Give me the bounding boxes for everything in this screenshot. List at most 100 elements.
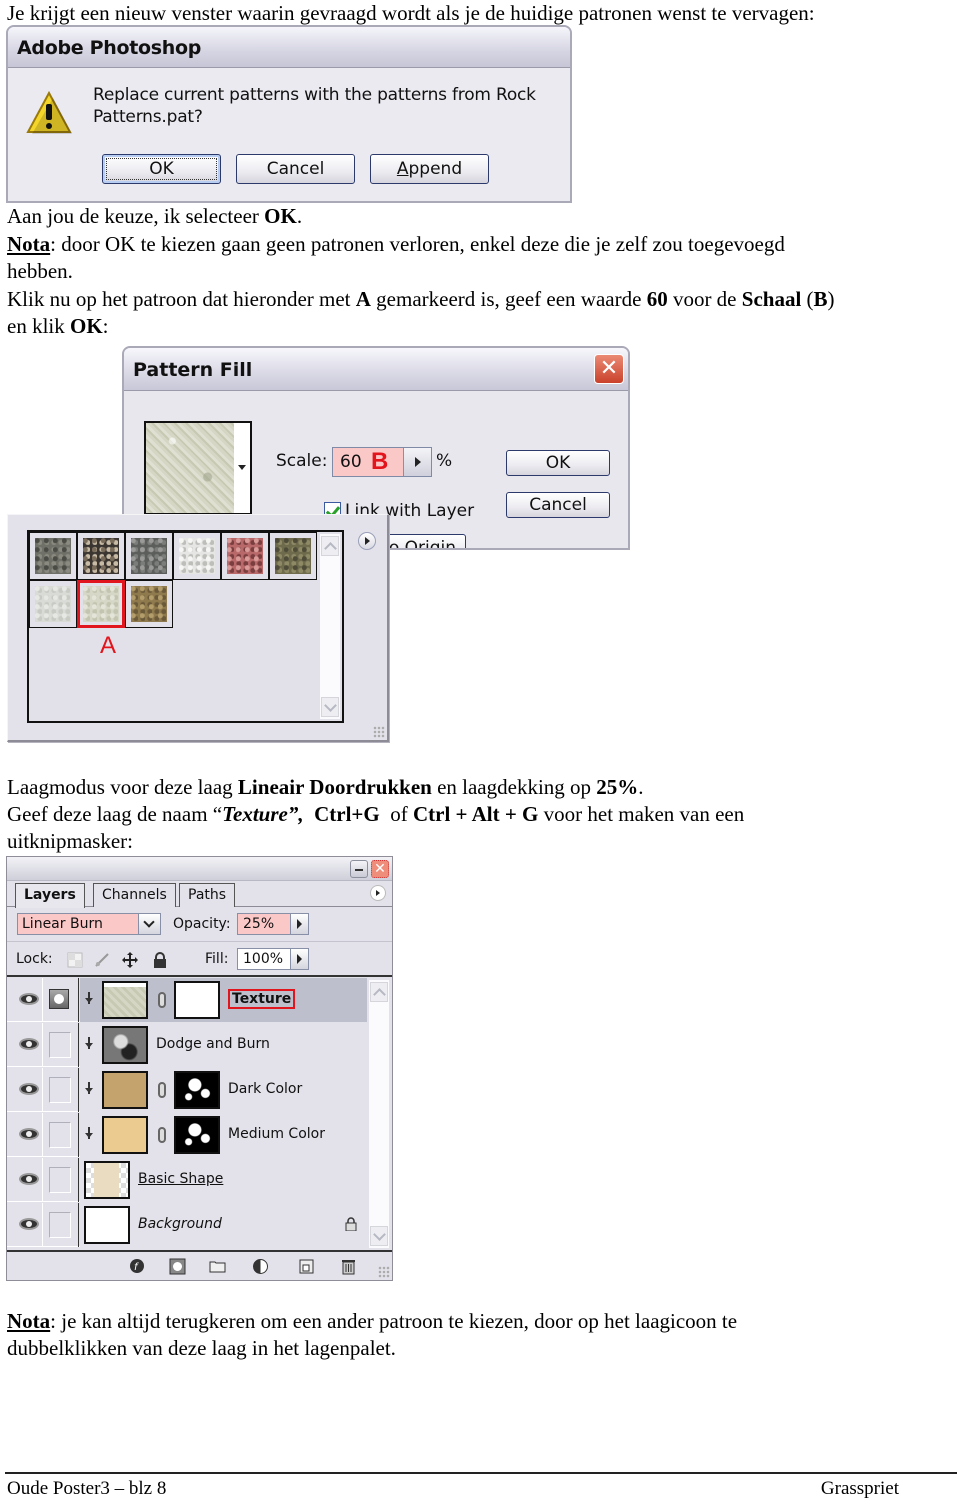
visibility-toggle[interactable] <box>10 1023 43 1067</box>
layer-row[interactable]: Medium Color <box>7 1113 367 1157</box>
layer-name[interactable]: Medium Color <box>228 1126 325 1142</box>
visibility-toggle[interactable] <box>10 1158 43 1202</box>
pattern-swatch-dark-rock[interactable] <box>29 532 77 580</box>
layer-main[interactable]: Background <box>80 1203 367 1247</box>
visibility-toggle[interactable] <box>10 978 43 1022</box>
append-button[interactable]: Append <box>370 154 489 184</box>
layer-link-cell[interactable] <box>44 1203 79 1247</box>
pattern-swatch-mossy-stone[interactable] <box>269 532 317 580</box>
chain-link-icon[interactable] <box>158 1127 166 1143</box>
adjustment-layer-icon[interactable] <box>252 1258 269 1275</box>
chevron-down-icon[interactable] <box>138 914 160 934</box>
tab-paths[interactable]: Paths <box>179 883 236 907</box>
scroll-down-arrow[interactable] <box>370 1226 388 1246</box>
layer-link-cell[interactable] <box>44 1158 79 1202</box>
visibility-toggle[interactable] <box>10 1203 43 1247</box>
layer-thumbnail[interactable] <box>102 1071 148 1109</box>
layer-link-cell[interactable] <box>44 1023 79 1067</box>
pattern-swatch-pale-green-stone[interactable] <box>77 580 125 628</box>
minimize-icon[interactable] <box>350 860 368 878</box>
lock-move-icon[interactable] <box>122 952 138 968</box>
trash-icon[interactable] <box>340 1258 357 1275</box>
layers-scrollbar[interactable] <box>369 980 389 1248</box>
fill-slider-arrow[interactable] <box>290 949 308 969</box>
pattern-dropdown-button[interactable] <box>234 421 252 515</box>
pattern-preview[interactable] <box>144 421 236 515</box>
cancel-button[interactable]: Cancel <box>236 154 355 184</box>
tab-layers[interactable]: Layers <box>15 883 85 908</box>
add-mask-icon[interactable] <box>169 1258 186 1275</box>
layer-name[interactable]: Background <box>138 1216 222 1232</box>
layer-thumbnail[interactable] <box>102 1116 148 1154</box>
layer-row[interactable]: Dark Color <box>7 1068 367 1112</box>
panel-menu-icon[interactable] <box>370 885 386 901</box>
layer-mask-thumbnail[interactable] <box>174 981 220 1019</box>
layer-thumbnail[interactable] <box>84 1206 130 1244</box>
layer-main[interactable]: Dark Color <box>80 1068 367 1112</box>
bold: A <box>355 287 371 311</box>
mask-edit-icon <box>49 989 69 1009</box>
layer-link-cell[interactable] <box>44 1068 79 1112</box>
opacity-slider-arrow[interactable] <box>290 914 308 934</box>
resize-grip-icon[interactable] <box>378 1266 390 1278</box>
layer-main[interactable]: Dodge and Burn <box>80 1023 367 1067</box>
panel-titlebar[interactable]: ✕ <box>7 857 392 881</box>
layer-row[interactable]: Background <box>7 1203 367 1247</box>
opacity-input[interactable]: 25% <box>237 913 309 935</box>
picker-menu-icon[interactable] <box>358 532 376 550</box>
ok-button[interactable]: OK <box>506 450 610 476</box>
layer-link-cell[interactable] <box>44 1113 79 1157</box>
layer-link-cell[interactable] <box>44 978 79 1022</box>
layer-row[interactable]: Dodge and Burn <box>7 1023 367 1067</box>
layer-mask-thumbnail[interactable] <box>174 1071 220 1109</box>
panel-tabs: Layers Channels Paths <box>7 881 392 908</box>
pattern-swatch-white-speckle[interactable] <box>173 532 221 580</box>
text: en klik <box>7 314 70 338</box>
layer-name[interactable]: Dark Color <box>228 1081 302 1097</box>
scale-slider-arrow[interactable] <box>403 448 431 476</box>
visibility-toggle[interactable] <box>10 1068 43 1112</box>
lock-paint-icon[interactable] <box>94 952 110 968</box>
scroll-up-arrow[interactable] <box>321 536 339 556</box>
ok-button[interactable]: OK <box>102 154 221 184</box>
pattern-swatch-sand-gravel[interactable] <box>125 580 173 628</box>
layer-name[interactable]: Texture <box>228 989 296 1009</box>
layer-main[interactable]: Texture <box>80 978 367 1022</box>
pattern-swatch-pebbles[interactable] <box>77 532 125 580</box>
eye-icon <box>19 1083 39 1095</box>
fill-input[interactable]: 100% <box>237 948 309 970</box>
lock-transparency-icon[interactable] <box>67 952 83 968</box>
layer-name[interactable]: Basic Shape <box>138 1171 223 1187</box>
new-group-icon[interactable] <box>209 1258 226 1275</box>
scroll-down-arrow[interactable] <box>321 697 339 717</box>
layer-row[interactable]: Basic Shape <box>7 1158 367 1202</box>
pattern-scrollbar[interactable] <box>320 534 340 719</box>
scale-input[interactable]: 60 B <box>332 447 432 477</box>
layer-row[interactable]: Texture <box>7 978 367 1022</box>
cancel-button[interactable]: Cancel <box>506 492 610 518</box>
layer-thumbnail[interactable] <box>102 981 148 1019</box>
pattern-swatch-pale-stone[interactable] <box>29 580 77 628</box>
text: Aan jou de keuze, ik selecteer <box>7 204 265 228</box>
layer-mask-thumbnail[interactable] <box>174 1116 220 1154</box>
chain-link-icon[interactable] <box>158 1082 166 1098</box>
layer-main[interactable]: Medium Color <box>80 1113 367 1157</box>
blend-mode-select[interactable]: Linear Burn <box>17 913 161 935</box>
resize-grip-icon[interactable] <box>373 726 385 738</box>
close-button[interactable]: ✕ <box>594 354 624 384</box>
new-layer-icon[interactable] <box>298 1258 315 1275</box>
pattern-texture <box>35 538 71 574</box>
scroll-up-arrow[interactable] <box>370 982 388 1002</box>
layer-thumbnail[interactable] <box>84 1161 130 1199</box>
tab-channels[interactable]: Channels <box>93 883 176 907</box>
lock-all-icon[interactable] <box>152 952 168 968</box>
layer-thumbnail[interactable] <box>102 1026 148 1064</box>
layer-main[interactable]: Basic Shape <box>80 1158 367 1202</box>
pattern-swatch-red-granite[interactable] <box>221 532 269 580</box>
chain-link-icon[interactable] <box>158 992 166 1008</box>
pattern-swatch-grey-granite[interactable] <box>125 532 173 580</box>
visibility-toggle[interactable] <box>10 1113 43 1157</box>
close-icon[interactable]: ✕ <box>371 860 389 878</box>
layer-name[interactable]: Dodge and Burn <box>156 1036 270 1052</box>
layer-style-icon[interactable]: f <box>129 1258 146 1275</box>
